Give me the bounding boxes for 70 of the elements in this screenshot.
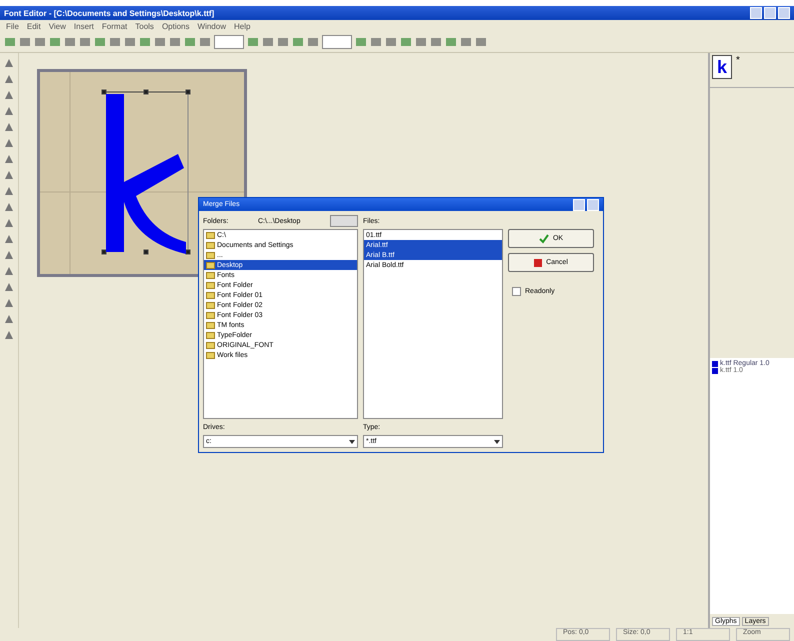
toolbar-icon[interactable] xyxy=(277,36,289,48)
toolbar-icon[interactable] xyxy=(415,36,427,48)
modified-marker: * xyxy=(736,55,740,66)
toolbar-icon[interactable] xyxy=(475,36,487,48)
readonly-checkbox[interactable] xyxy=(512,287,521,296)
tool-icon[interactable] xyxy=(3,73,15,85)
menu-item[interactable]: View xyxy=(48,22,66,30)
tool-icon[interactable] xyxy=(3,265,15,277)
tool-icon[interactable] xyxy=(3,217,15,229)
toolbar-icon[interactable] xyxy=(139,36,151,48)
tool-icon[interactable] xyxy=(3,89,15,101)
toolbar-icon[interactable] xyxy=(94,36,106,48)
caret-icon xyxy=(494,440,500,444)
network-button[interactable] xyxy=(330,215,358,227)
toolbar-icon[interactable] xyxy=(184,36,196,48)
tool-icon[interactable] xyxy=(3,233,15,245)
tool-icon[interactable] xyxy=(3,281,15,293)
toolbar-icon[interactable] xyxy=(247,36,259,48)
toolbar-icon[interactable] xyxy=(109,36,121,48)
menu-item[interactable]: Edit xyxy=(26,22,41,30)
menu-item[interactable]: Tools xyxy=(135,22,154,30)
toolbar-icon[interactable] xyxy=(34,36,46,48)
toolbar-icon[interactable] xyxy=(169,36,181,48)
tool-icon[interactable] xyxy=(3,57,15,69)
glyph-thumbnail[interactable]: k xyxy=(712,55,732,79)
toolbar-icon[interactable] xyxy=(49,36,61,48)
toolbar-icon[interactable] xyxy=(445,36,457,48)
toolbar-icon[interactable] xyxy=(64,36,76,48)
tool-icon[interactable] xyxy=(3,313,15,325)
stop-icon xyxy=(534,258,542,266)
tool-icon[interactable] xyxy=(3,153,15,165)
toolbar-icon[interactable] xyxy=(385,36,397,48)
toolbar-icon[interactable] xyxy=(355,36,367,48)
tool-icon[interactable] xyxy=(3,137,15,149)
toolbar-icon[interactable] xyxy=(400,36,412,48)
toolbar-icon[interactable] xyxy=(79,36,91,48)
toolbar-field[interactable] xyxy=(214,35,244,49)
toolbar-icon[interactable] xyxy=(199,36,211,48)
check-icon xyxy=(538,234,549,244)
tool-icon[interactable] xyxy=(3,249,15,261)
menu-item[interactable]: Options xyxy=(162,22,190,30)
tool-icon[interactable] xyxy=(3,201,15,213)
toolbar-icon[interactable] xyxy=(430,36,442,48)
menu-item[interactable]: File xyxy=(6,22,19,30)
minimize-button[interactable] xyxy=(750,7,762,19)
toolbar-field[interactable] xyxy=(322,35,352,49)
toolbar-icon[interactable] xyxy=(19,36,31,48)
window-title: Font Editor - [C:\Documents and Settings\Desktop\k.ttf] xyxy=(4,8,216,18)
tool-icon[interactable] xyxy=(3,185,15,197)
toolbar-icon[interactable] xyxy=(4,36,16,48)
maximize-button[interactable] xyxy=(764,7,776,19)
toolbar-icon[interactable] xyxy=(370,36,382,48)
help-button[interactable] xyxy=(573,198,585,210)
toolbar-icon[interactable] xyxy=(292,36,304,48)
menu-item[interactable]: Window xyxy=(198,22,226,30)
menu-item[interactable]: Help xyxy=(234,22,250,30)
tool-icon[interactable] xyxy=(3,297,15,309)
menu-item[interactable]: Format xyxy=(102,22,128,30)
toolbar-icon[interactable] xyxy=(124,36,136,48)
tool-icon[interactable] xyxy=(3,121,15,133)
toolbar-icon[interactable] xyxy=(154,36,166,48)
tool-icon[interactable] xyxy=(3,329,15,341)
caret-icon xyxy=(349,440,355,444)
toolbar-icon[interactable] xyxy=(460,36,472,48)
toolbar-icon[interactable] xyxy=(307,36,319,48)
tool-icon[interactable] xyxy=(3,105,15,117)
toolbar-icon[interactable] xyxy=(262,36,274,48)
tool-icon[interactable] xyxy=(3,169,15,181)
menu-item[interactable]: Insert xyxy=(74,22,94,30)
close-button[interactable] xyxy=(587,198,599,210)
